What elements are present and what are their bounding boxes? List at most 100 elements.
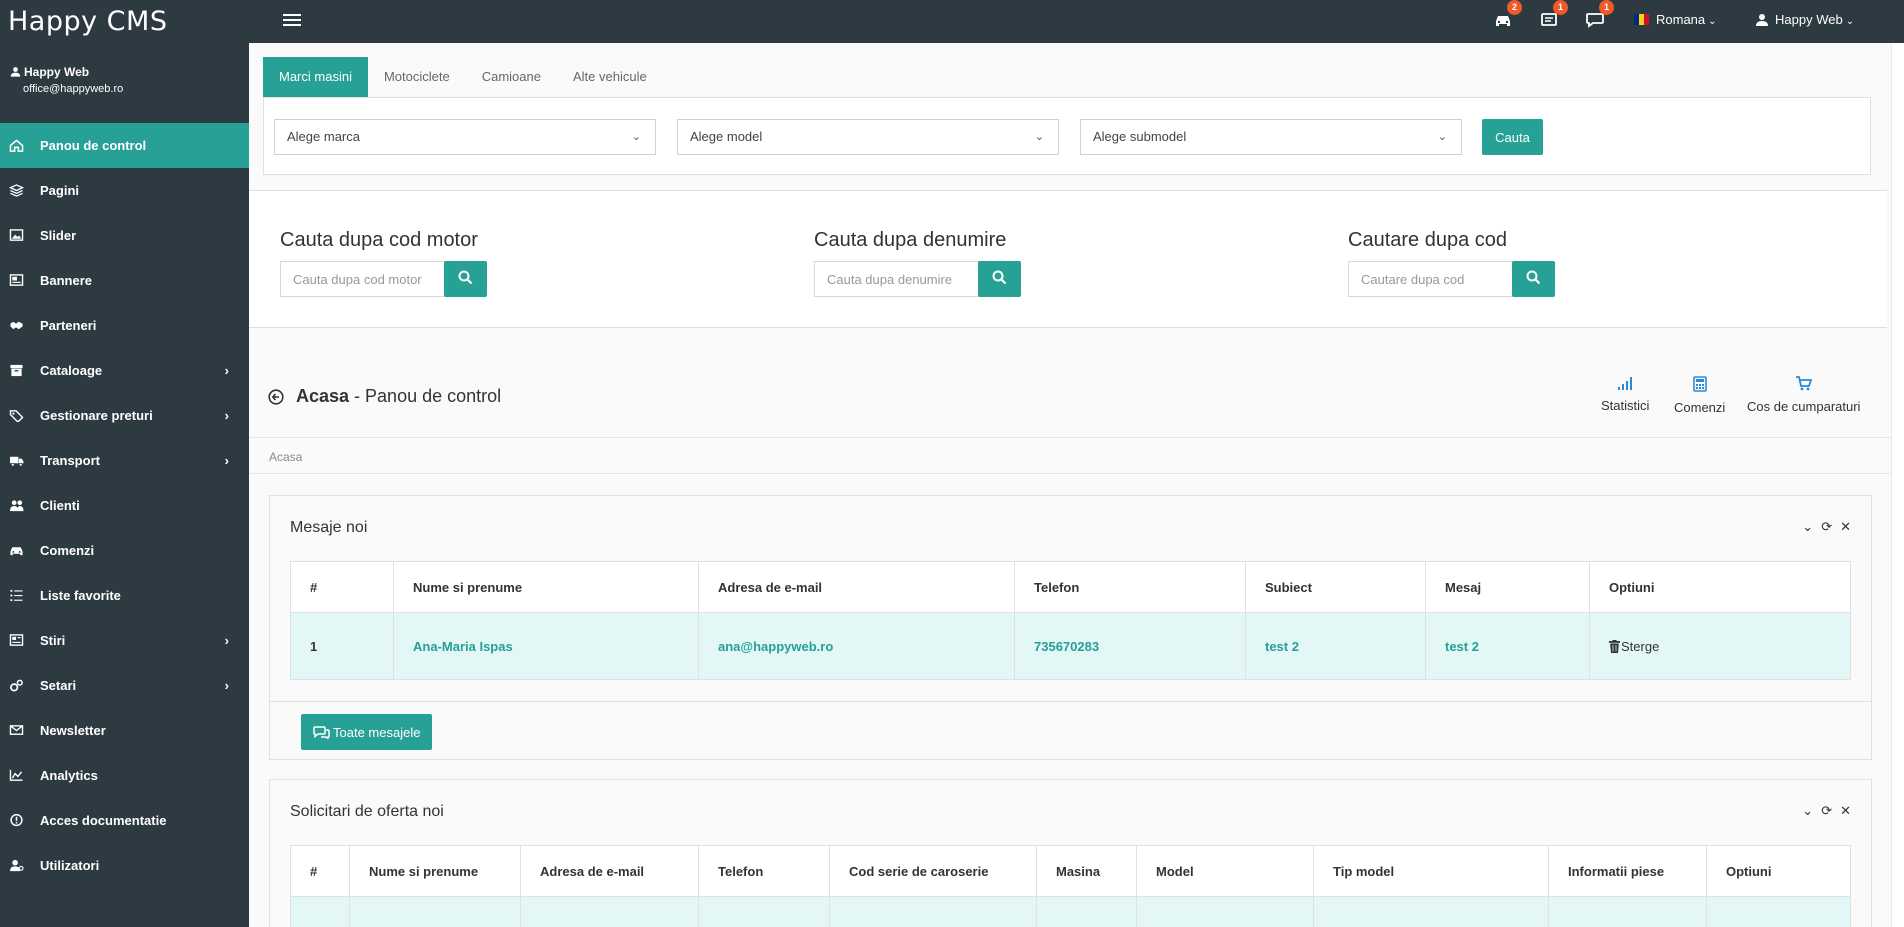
settings-icon xyxy=(10,679,23,692)
column-header: Subiect xyxy=(1245,561,1426,613)
subject-link[interactable]: test 2 xyxy=(1265,639,1299,654)
sidebar-item-label: Gestionare preturi xyxy=(40,408,153,423)
chevron-down-icon: ⌄ xyxy=(1708,16,1717,27)
app-logo[interactable]: Happy CMS xyxy=(8,6,167,37)
collapse-icon[interactable]: ⌄ xyxy=(1802,519,1813,535)
search-button[interactable] xyxy=(444,261,487,297)
chevron-down-icon: ⌄ xyxy=(631,131,641,143)
vehicle-search-button[interactable]: Cauta xyxy=(1482,119,1543,155)
page-header: Acasa - Panou de control Statistici Come… xyxy=(249,346,1891,416)
user-icon xyxy=(10,67,21,77)
model-select[interactable]: Alege model ⌄ xyxy=(677,119,1059,155)
row-number: 1 xyxy=(290,612,394,680)
car-notifications-icon[interactable]: 2 xyxy=(1492,0,1522,30)
signal-icon xyxy=(1618,377,1633,390)
refresh-icon[interactable]: ⟳ xyxy=(1821,803,1832,819)
sidebar-item-utilizatori[interactable]: Utilizatori xyxy=(0,843,249,888)
sidebar-item-bannere[interactable]: Bannere xyxy=(0,258,249,303)
name-search: Cauta dupa denumire xyxy=(814,229,1021,297)
orders-link[interactable]: Comenzi xyxy=(1674,376,1725,415)
close-icon[interactable]: ✕ xyxy=(1840,519,1851,535)
name-search-input[interactable] xyxy=(814,261,979,297)
envelope-icon xyxy=(9,725,24,735)
sender-name-link[interactable]: Ana-Maria Ispas xyxy=(413,639,513,654)
romania-flag-icon xyxy=(1634,14,1649,25)
search-button[interactable] xyxy=(1512,261,1555,297)
offer-requests-table: # Nume si prenume Adresa de e-mail Telef… xyxy=(290,845,1851,927)
sender-phone-link[interactable]: 735670283 xyxy=(1034,639,1099,654)
user-cog-icon xyxy=(10,859,24,872)
table-row: 1 Ana-Maria Ispas ana@happyweb.ro 735670… xyxy=(290,612,1851,680)
submodel-select[interactable]: Alege submodel ⌄ xyxy=(1080,119,1462,155)
user-icon xyxy=(1756,14,1768,26)
user-menu[interactable]: Happy Web ⌄ xyxy=(1755,12,1854,27)
sidebar-user-name: Happy Web xyxy=(24,65,90,79)
sidebar-item-label: Pagini xyxy=(40,183,80,198)
refresh-icon[interactable]: ⟳ xyxy=(1821,519,1832,535)
sidebar-item-label: Utilizatori xyxy=(40,858,100,873)
column-header: Optiuni xyxy=(1706,845,1851,897)
sidebar-nav: Panou de control Pagini Slider Bannere Parte… xyxy=(0,123,249,888)
sidebar-item-label: Stiri xyxy=(40,633,66,648)
sidebar-item-stiri[interactable]: Stiri › xyxy=(0,618,249,663)
tab-camioane[interactable]: Camioane xyxy=(466,57,557,97)
users-icon xyxy=(10,500,24,512)
panel-tools: ⌄ ⟳ ✕ xyxy=(1794,518,1851,536)
tab-motociclete[interactable]: Motociclete xyxy=(368,57,466,97)
sidebar-item-comenzi[interactable]: Comenzi xyxy=(0,528,249,573)
sidebar-item-clienti[interactable]: Clienti xyxy=(0,483,249,528)
chat-notifications-icon[interactable]: 1 xyxy=(1584,0,1614,30)
sidebar-item-slider[interactable]: Slider xyxy=(0,213,249,258)
scrollbar[interactable] xyxy=(1891,43,1904,927)
vehicle-type-tabs: Marci masini Motociclete Camioane Alte vehi… xyxy=(263,57,1871,97)
back-arrow-icon[interactable] xyxy=(268,389,284,405)
offer-notifications-icon[interactable]: 1 xyxy=(1538,0,1568,30)
panel-title: Solicitari de oferta noi xyxy=(290,803,444,820)
cart-link[interactable]: Cos de cumparaturi xyxy=(1747,376,1860,414)
sidebar-item-analytics[interactable]: Analytics xyxy=(0,753,249,798)
home-icon xyxy=(9,139,24,152)
brand-select[interactable]: Alege marca ⌄ xyxy=(274,119,656,155)
table-row xyxy=(290,896,1851,927)
chevron-right-icon: › xyxy=(224,453,229,468)
close-icon[interactable]: ✕ xyxy=(1840,803,1851,819)
sidebar-item-gestionare-preturi[interactable]: Gestionare preturi › xyxy=(0,393,249,438)
sidebar-item-cataloage[interactable]: Cataloage › xyxy=(0,348,249,393)
sidebar-item-label: Newsletter xyxy=(40,723,106,738)
comments-icon xyxy=(313,725,330,740)
breadcrumb-item[interactable]: Acasa xyxy=(269,450,302,464)
brand-select-value: Alege marca xyxy=(287,129,360,144)
delete-button[interactable]: Sterge xyxy=(1609,639,1659,654)
sidebar-item-transport[interactable]: Transport › xyxy=(0,438,249,483)
sidebar-item-parteneri[interactable]: Parteneri xyxy=(0,303,249,348)
message-link[interactable]: test 2 xyxy=(1445,639,1479,654)
sidebar-item-panou-de-control[interactable]: Panou de control xyxy=(0,123,249,168)
sidebar-item-newsletter[interactable]: Newsletter xyxy=(0,708,249,753)
sidebar-item-setari[interactable]: Setari › xyxy=(0,663,249,708)
chevron-down-icon: ⌄ xyxy=(1845,16,1855,27)
menu-toggle-icon[interactable] xyxy=(283,11,301,29)
messages-panel: Mesaje noi ⌄ ⟳ ✕ # Nume si prenume Adresa … xyxy=(269,495,1872,760)
search-button[interactable] xyxy=(978,261,1021,297)
sidebar-item-pagini[interactable]: Pagini xyxy=(0,168,249,213)
tab-alte-vehicule[interactable]: Alte vehicule xyxy=(557,57,663,97)
sidebar-item-liste-favorite[interactable]: Liste favorite xyxy=(0,573,249,618)
language-selector[interactable]: Romana ⌄ xyxy=(1634,12,1717,27)
tab-marci-masini[interactable]: Marci masini xyxy=(263,57,368,97)
sender-email-link[interactable]: ana@happyweb.ro xyxy=(718,639,833,654)
statistics-link[interactable]: Statistici xyxy=(1601,376,1649,413)
model-select-value: Alege model xyxy=(690,129,763,144)
engine-code-input[interactable] xyxy=(280,261,445,297)
search-icon xyxy=(992,270,1007,285)
language-label: Romana xyxy=(1656,12,1706,27)
code-search-input[interactable] xyxy=(1348,261,1513,297)
breadcrumb: Acasa xyxy=(249,437,1891,474)
info-icon xyxy=(10,814,23,827)
column-header: Nume si prenume xyxy=(393,561,699,613)
all-messages-button[interactable]: Toate mesajele xyxy=(301,714,433,750)
banner-icon xyxy=(9,274,24,286)
sidebar-item-label: Setari xyxy=(40,678,77,693)
sidebar-item-acces-documentatie[interactable]: Acces documentatie xyxy=(0,798,249,843)
main-content: Marci masini Motociclete Camioane Alte vehi… xyxy=(249,43,1891,927)
collapse-icon[interactable]: ⌄ xyxy=(1802,803,1813,819)
